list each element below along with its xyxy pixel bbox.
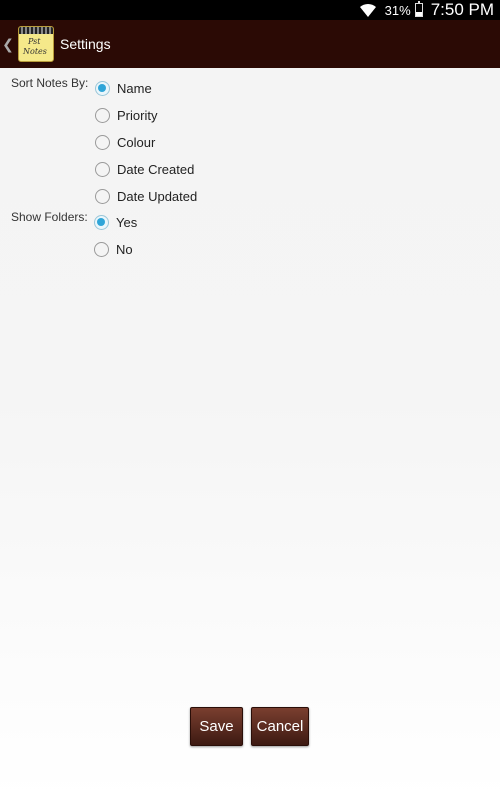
radio-label: Yes xyxy=(116,214,138,230)
radio-label: No xyxy=(116,241,133,257)
action-bar: ❮ Pst Notes Settings xyxy=(0,20,500,68)
clock: 7:50 PM xyxy=(430,0,494,19)
sort-option-priority[interactable]: Priority xyxy=(95,102,157,128)
show-folders-label: Show Folders: xyxy=(11,210,88,224)
cancel-button[interactable]: Cancel xyxy=(251,707,309,746)
sort-notes-label: Sort Notes By: xyxy=(11,76,89,90)
radio-button[interactable] xyxy=(95,107,110,123)
save-button[interactable]: Save xyxy=(190,707,243,746)
folders-option-yes[interactable]: Yes xyxy=(94,209,137,235)
radio-label: Priority xyxy=(117,107,158,123)
radio-button[interactable] xyxy=(94,214,109,230)
battery-icon xyxy=(414,1,423,17)
wifi-icon xyxy=(359,3,376,17)
sort-option-date-created[interactable]: Date Created xyxy=(95,156,194,182)
app-icon-text-2: Notes xyxy=(23,47,47,56)
folders-option-no[interactable]: No xyxy=(94,236,133,262)
radio-button[interactable] xyxy=(95,161,110,177)
battery-percentage: 31% xyxy=(384,2,411,18)
app-icon-text-1: Pst xyxy=(28,37,41,46)
radio-label: Date Created xyxy=(117,161,195,177)
page-title: Settings xyxy=(60,36,111,52)
radio-label: Date Updated xyxy=(117,188,198,204)
radio-button[interactable] xyxy=(95,134,110,150)
radio-label: Colour xyxy=(117,134,156,150)
chevron-left-icon[interactable]: ❮ xyxy=(0,36,16,53)
app-icon[interactable]: Pst Notes xyxy=(18,26,54,62)
radio-button[interactable] xyxy=(95,80,110,96)
sort-option-colour[interactable]: Colour xyxy=(95,129,155,155)
radio-button[interactable] xyxy=(94,241,109,257)
sort-option-date-updated[interactable]: Date Updated xyxy=(95,183,197,209)
sort-option-name[interactable]: Name xyxy=(95,75,152,101)
radio-label: Name xyxy=(117,80,152,96)
radio-button[interactable] xyxy=(95,188,110,204)
status-bar: 31% 7:50 PM xyxy=(0,0,500,20)
